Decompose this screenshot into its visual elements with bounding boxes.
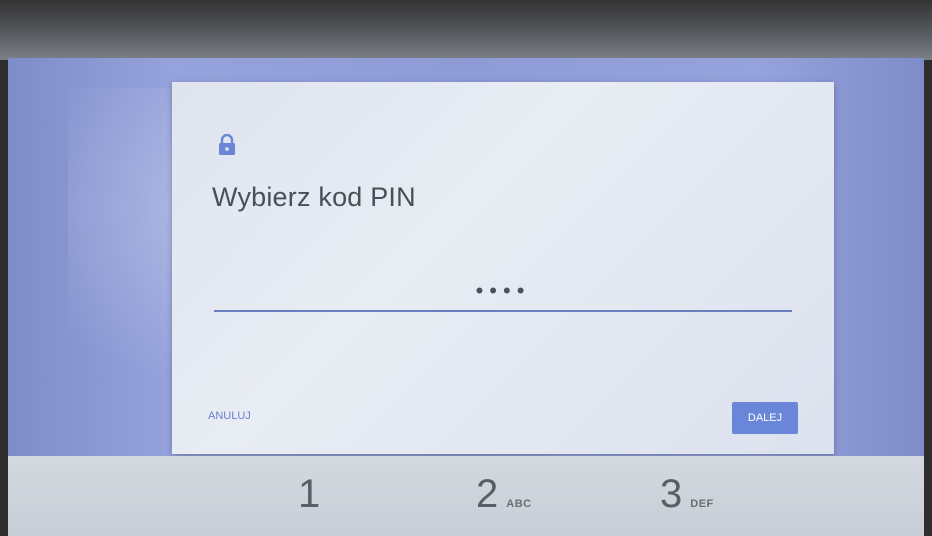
key-letters: ABC xyxy=(506,498,532,510)
top-bar xyxy=(0,0,932,60)
pin-input[interactable]: •••• xyxy=(214,278,792,312)
key-digit: 3 xyxy=(660,472,683,516)
key-2[interactable]: 2 ABC xyxy=(476,472,532,526)
lock-icon xyxy=(219,134,235,155)
pin-underline xyxy=(214,310,792,312)
key-letters: DEF xyxy=(690,498,714,510)
numeric-keypad: 1 2 ABC 3 DEF xyxy=(8,456,924,536)
cancel-button[interactable]: ANULUJ xyxy=(208,410,251,422)
key-3[interactable]: 3 DEF xyxy=(660,472,714,526)
key-1[interactable]: 1 xyxy=(298,472,328,526)
screen: Wybierz kod PIN •••• ANULUJ DALEJ 1 2 AB… xyxy=(0,0,932,536)
dialog-title: Wybierz kod PIN xyxy=(212,182,416,212)
next-button[interactable]: DALEJ xyxy=(732,402,798,434)
key-digit: 1 xyxy=(298,472,321,516)
pin-value: •••• xyxy=(475,278,531,303)
pin-dialog: Wybierz kod PIN •••• ANULUJ DALEJ xyxy=(172,82,834,454)
key-digit: 2 xyxy=(476,472,499,516)
